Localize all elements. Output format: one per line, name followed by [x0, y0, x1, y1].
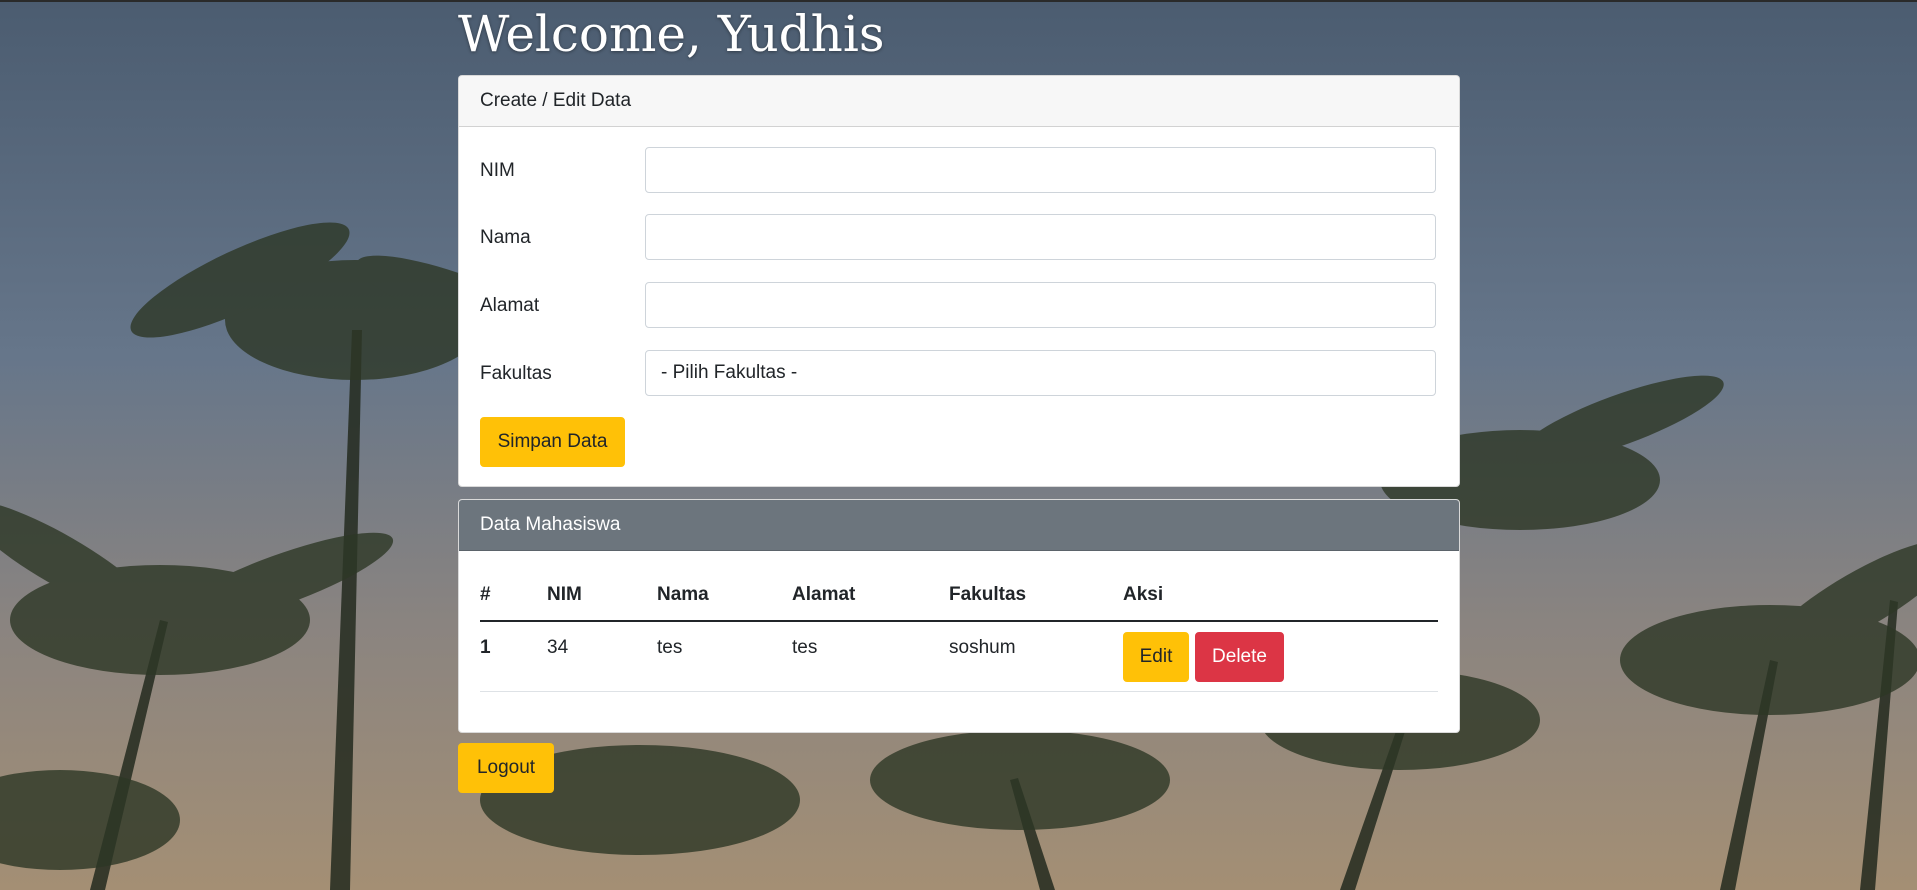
fakultas-label: Fakultas	[480, 363, 552, 384]
row-actions: Edit Delete	[1123, 621, 1438, 692]
row-number: 1	[480, 621, 547, 692]
nim-input[interactable]	[645, 147, 1436, 193]
top-border	[0, 0, 1917, 2]
data-mahasiswa-header: Data Mahasiswa	[459, 500, 1459, 551]
nim-row: NIM	[480, 147, 1438, 195]
row-nama: tes	[657, 621, 792, 692]
column-header-number: #	[480, 570, 547, 622]
logout-button[interactable]: Logout	[458, 743, 554, 793]
column-header-alamat: Alamat	[792, 570, 949, 622]
column-header-fakultas: Fakultas	[949, 570, 1123, 622]
alamat-label: Alamat	[480, 295, 540, 316]
edit-button[interactable]: Edit	[1123, 632, 1189, 682]
create-edit-header: Create / Edit Data	[459, 76, 1459, 127]
create-edit-card: Create / Edit Data NIM Nama Alamat Fakul…	[458, 75, 1460, 487]
alamat-input[interactable]	[645, 282, 1436, 328]
row-fakultas: soshum	[949, 621, 1123, 692]
alamat-row: Alamat	[480, 282, 1438, 330]
table-header-row: # NIM Nama Alamat Fakultas Aksi	[480, 570, 1438, 622]
fakultas-row: Fakultas - Pilih Fakultas -	[480, 350, 1438, 398]
nama-label: Nama	[480, 227, 531, 248]
delete-button[interactable]: Delete	[1195, 632, 1284, 682]
mahasiswa-table: # NIM Nama Alamat Fakultas Aksi 1 34 tes…	[480, 570, 1438, 692]
nama-input[interactable]	[645, 214, 1436, 260]
data-mahasiswa-card: Data Mahasiswa # NIM Nama Alamat Fakulta…	[458, 499, 1460, 733]
fakultas-select[interactable]: - Pilih Fakultas -	[645, 350, 1436, 396]
table-row: 1 34 tes tes soshum Edit Delete	[480, 621, 1438, 692]
column-header-aksi: Aksi	[1123, 570, 1438, 622]
simpan-data-button[interactable]: Simpan Data	[480, 417, 625, 467]
column-header-nim: NIM	[547, 570, 657, 622]
row-alamat: tes	[792, 621, 949, 692]
row-nim: 34	[547, 621, 657, 692]
nama-row: Nama	[480, 214, 1438, 262]
nim-label: NIM	[480, 160, 515, 181]
column-header-nama: Nama	[657, 570, 792, 622]
welcome-heading: Welcome, Yudhis	[458, 5, 885, 63]
